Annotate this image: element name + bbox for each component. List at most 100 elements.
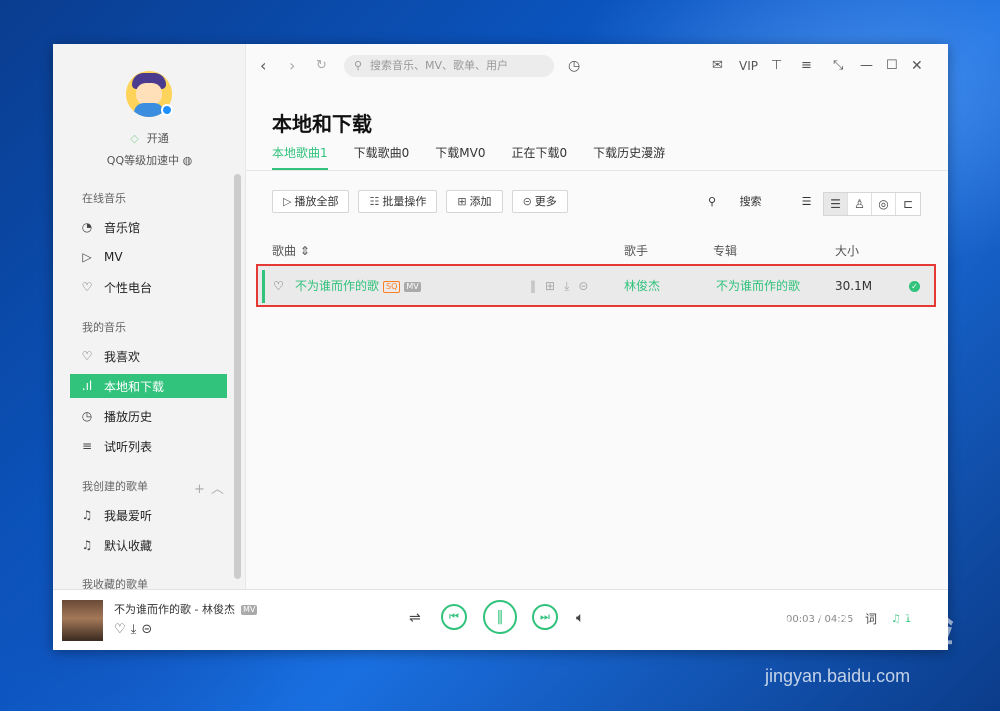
album-view-icon[interactable]: ◎: [872, 193, 896, 215]
mini-mode-icon[interactable]: ⤡: [833, 56, 843, 76]
download-icon[interactable]: ⤓: [131, 622, 142, 637]
column-song[interactable]: 歌曲 ⇕: [272, 242, 310, 259]
sidebar-item-local-download[interactable]: .ıl 本地和下载: [70, 374, 227, 398]
sidebar-scrollbar[interactable]: [234, 174, 241, 579]
sidebar-item-favorites[interactable]: ♡ 我喜欢: [70, 344, 227, 368]
refresh-icon[interactable]: ↻: [316, 56, 327, 76]
tab-downloaded-mv[interactable]: 下载MV0: [435, 144, 485, 170]
folder-view-icon[interactable]: ⊏: [896, 193, 920, 215]
section-collected-playlists: 我收藏的歌单: [82, 578, 148, 589]
sidebar-item-label: 试听列表: [104, 439, 153, 454]
sidebar-item-music-hall[interactable]: ◔ 音乐馆: [70, 215, 227, 239]
sidebar-item-playlist-default[interactable]: ♫ 默认收藏: [70, 533, 227, 557]
skin-shirt-icon[interactable]: ⊤: [771, 56, 782, 76]
section-my-music: 我的音乐: [82, 321, 126, 334]
list-view-icon[interactable]: ☰: [824, 193, 848, 215]
more-label: 更多: [534, 195, 557, 208]
tab-bar: 本地歌曲1 下载歌曲0 下载MV0 正在下载0 下载历史漫游: [272, 144, 691, 170]
search-icon: ⚲: [708, 195, 720, 208]
mv-badge[interactable]: MV: [240, 605, 258, 615]
list-toolbar: ▷ 播放全部 ☷ 批量操作 ⊞ 添加 ⊝ 更多: [272, 190, 577, 213]
close-icon[interactable]: ✕: [911, 56, 923, 76]
album-cover[interactable]: [62, 600, 103, 641]
song-title-cell[interactable]: 不为谁而作的歌 SQ MV: [295, 278, 421, 294]
add-box-icon: ⊞: [457, 195, 467, 208]
size-cell: 30.1M: [835, 279, 873, 293]
previous-button[interactable]: ⏮: [441, 604, 467, 630]
collapse-up-icon[interactable]: ︿: [211, 482, 230, 497]
album-cell[interactable]: 不为谁而作的歌: [716, 278, 800, 294]
play-mode-icon[interactable]: ⇌: [409, 610, 421, 626]
sq-badge: SQ: [383, 281, 401, 293]
radio-heart-icon: ♡: [81, 280, 93, 294]
more-row-icon[interactable]: ⊝: [578, 279, 597, 293]
play-all-button[interactable]: ▷ 播放全部: [272, 190, 350, 213]
next-button[interactable]: ⏭: [532, 604, 558, 630]
add-playlist-icon[interactable]: +: [194, 482, 211, 497]
maximize-icon[interactable]: ☐: [886, 56, 898, 76]
now-playing-title[interactable]: 不为谁而作的歌 - 林俊杰 MV: [114, 601, 258, 617]
level-info-icon: ◍: [182, 154, 193, 167]
like-heart-icon[interactable]: ♡: [114, 622, 131, 637]
play-all-label: 播放全部: [294, 195, 339, 208]
add-button[interactable]: ⊞ 添加: [446, 190, 503, 213]
search-input[interactable]: ⚲ 搜索音乐、MV、歌单、用户: [344, 55, 554, 77]
vip-open-label: 开通: [146, 132, 169, 145]
download-row-icon[interactable]: ⤓: [564, 279, 578, 293]
forward-icon[interactable]: ›: [289, 56, 295, 76]
vip-button[interactable]: VIP: [739, 56, 758, 76]
more-circle-icon: ⊝: [522, 195, 532, 208]
batch-operation-button[interactable]: ☷ 批量操作: [358, 190, 438, 213]
music-note-icon: ♫: [81, 508, 93, 522]
sidebar-item-label: 默认收藏: [104, 538, 153, 553]
singer-cell[interactable]: 林俊杰: [624, 278, 660, 294]
page-title: 本地和下载: [272, 112, 372, 136]
sidebar-item-label: 播放历史: [104, 409, 153, 424]
play-icon: ▷: [283, 195, 292, 208]
sidebar-item-history[interactable]: ◷ 播放历史: [70, 404, 227, 428]
download-bars-icon: .ıl: [81, 379, 93, 393]
sidebar-item-label: 个性电台: [104, 280, 153, 295]
add-label: 添加: [469, 195, 492, 208]
tab-download-history[interactable]: 下载历史漫游: [593, 144, 665, 170]
singer-view-icon[interactable]: ♙: [848, 193, 872, 215]
history-clock-icon: ◷: [81, 409, 93, 423]
disc-icon: ◔: [81, 220, 93, 234]
pause-button[interactable]: ‖: [483, 600, 517, 634]
avatar-body: [134, 103, 164, 117]
tab-downloaded-songs[interactable]: 下载歌曲0: [354, 144, 410, 170]
like-heart-icon[interactable]: ♡: [273, 278, 284, 294]
qq-level-status[interactable]: QQ等级加速中 ◍: [53, 152, 245, 168]
tabs-divider: [246, 170, 948, 171]
tab-downloading[interactable]: 正在下载0: [511, 144, 567, 170]
back-icon[interactable]: ‹: [260, 56, 266, 76]
table-row[interactable]: ♡ 不为谁而作的歌 SQ MV ‖⊞⤓⊝ 林俊杰 不为谁而作的歌 30.1M ✓: [256, 264, 936, 307]
sidebar-item-radio[interactable]: ♡ 个性电台: [70, 275, 227, 299]
baidu-watermark: Baidu经验: [766, 609, 955, 651]
listen-recognize-icon[interactable]: ◷: [568, 56, 580, 76]
sort-icon: ☰: [801, 195, 815, 208]
avatar-badge-icon: [161, 104, 173, 116]
top-bar: ‹ › ↻ ⚲ 搜索音乐、MV、歌单、用户 ◷ ✉ VIP ⊤ ≡ ⤡ — ☐ ✕: [246, 44, 948, 88]
more-button[interactable]: ⊝ 更多: [511, 190, 568, 213]
qq-level-label: QQ等级加速中: [106, 154, 180, 167]
more-circle-icon[interactable]: ⊝: [141, 622, 157, 637]
tab-local-songs[interactable]: 本地歌曲1: [272, 144, 328, 170]
diamond-icon: ◇: [130, 132, 139, 145]
add-row-icon[interactable]: ⊞: [545, 279, 564, 293]
playing-indicator: [262, 270, 265, 303]
pause-row-icon[interactable]: ‖: [530, 279, 545, 293]
menu-icon[interactable]: ≡: [801, 56, 812, 76]
mail-icon[interactable]: ✉: [712, 56, 723, 76]
sidebar-item-playlist-fav[interactable]: ♫ 我最爱听: [70, 503, 227, 527]
now-playing-text: 不为谁而作的歌 - 林俊杰: [114, 603, 235, 616]
minimize-icon[interactable]: —: [860, 56, 873, 76]
volume-icon[interactable]: 🔈︎: [576, 610, 584, 626]
sidebar-item-trial-list[interactable]: ≡ 试听列表: [70, 434, 227, 458]
list-search-button[interactable]: ⚲ 搜索: [708, 193, 782, 209]
view-mode-group: ☰ ♙ ◎ ⊏: [823, 192, 921, 216]
sidebar-item-mv[interactable]: ▷ MV: [70, 245, 227, 269]
vip-open-link[interactable]: ◇ 开通: [53, 130, 245, 146]
mv-badge[interactable]: MV: [404, 282, 421, 292]
main-panel: ‹ › ↻ ⚲ 搜索音乐、MV、歌单、用户 ◷ ✉ VIP ⊤ ≡ ⤡ — ☐ ✕…: [246, 44, 948, 589]
